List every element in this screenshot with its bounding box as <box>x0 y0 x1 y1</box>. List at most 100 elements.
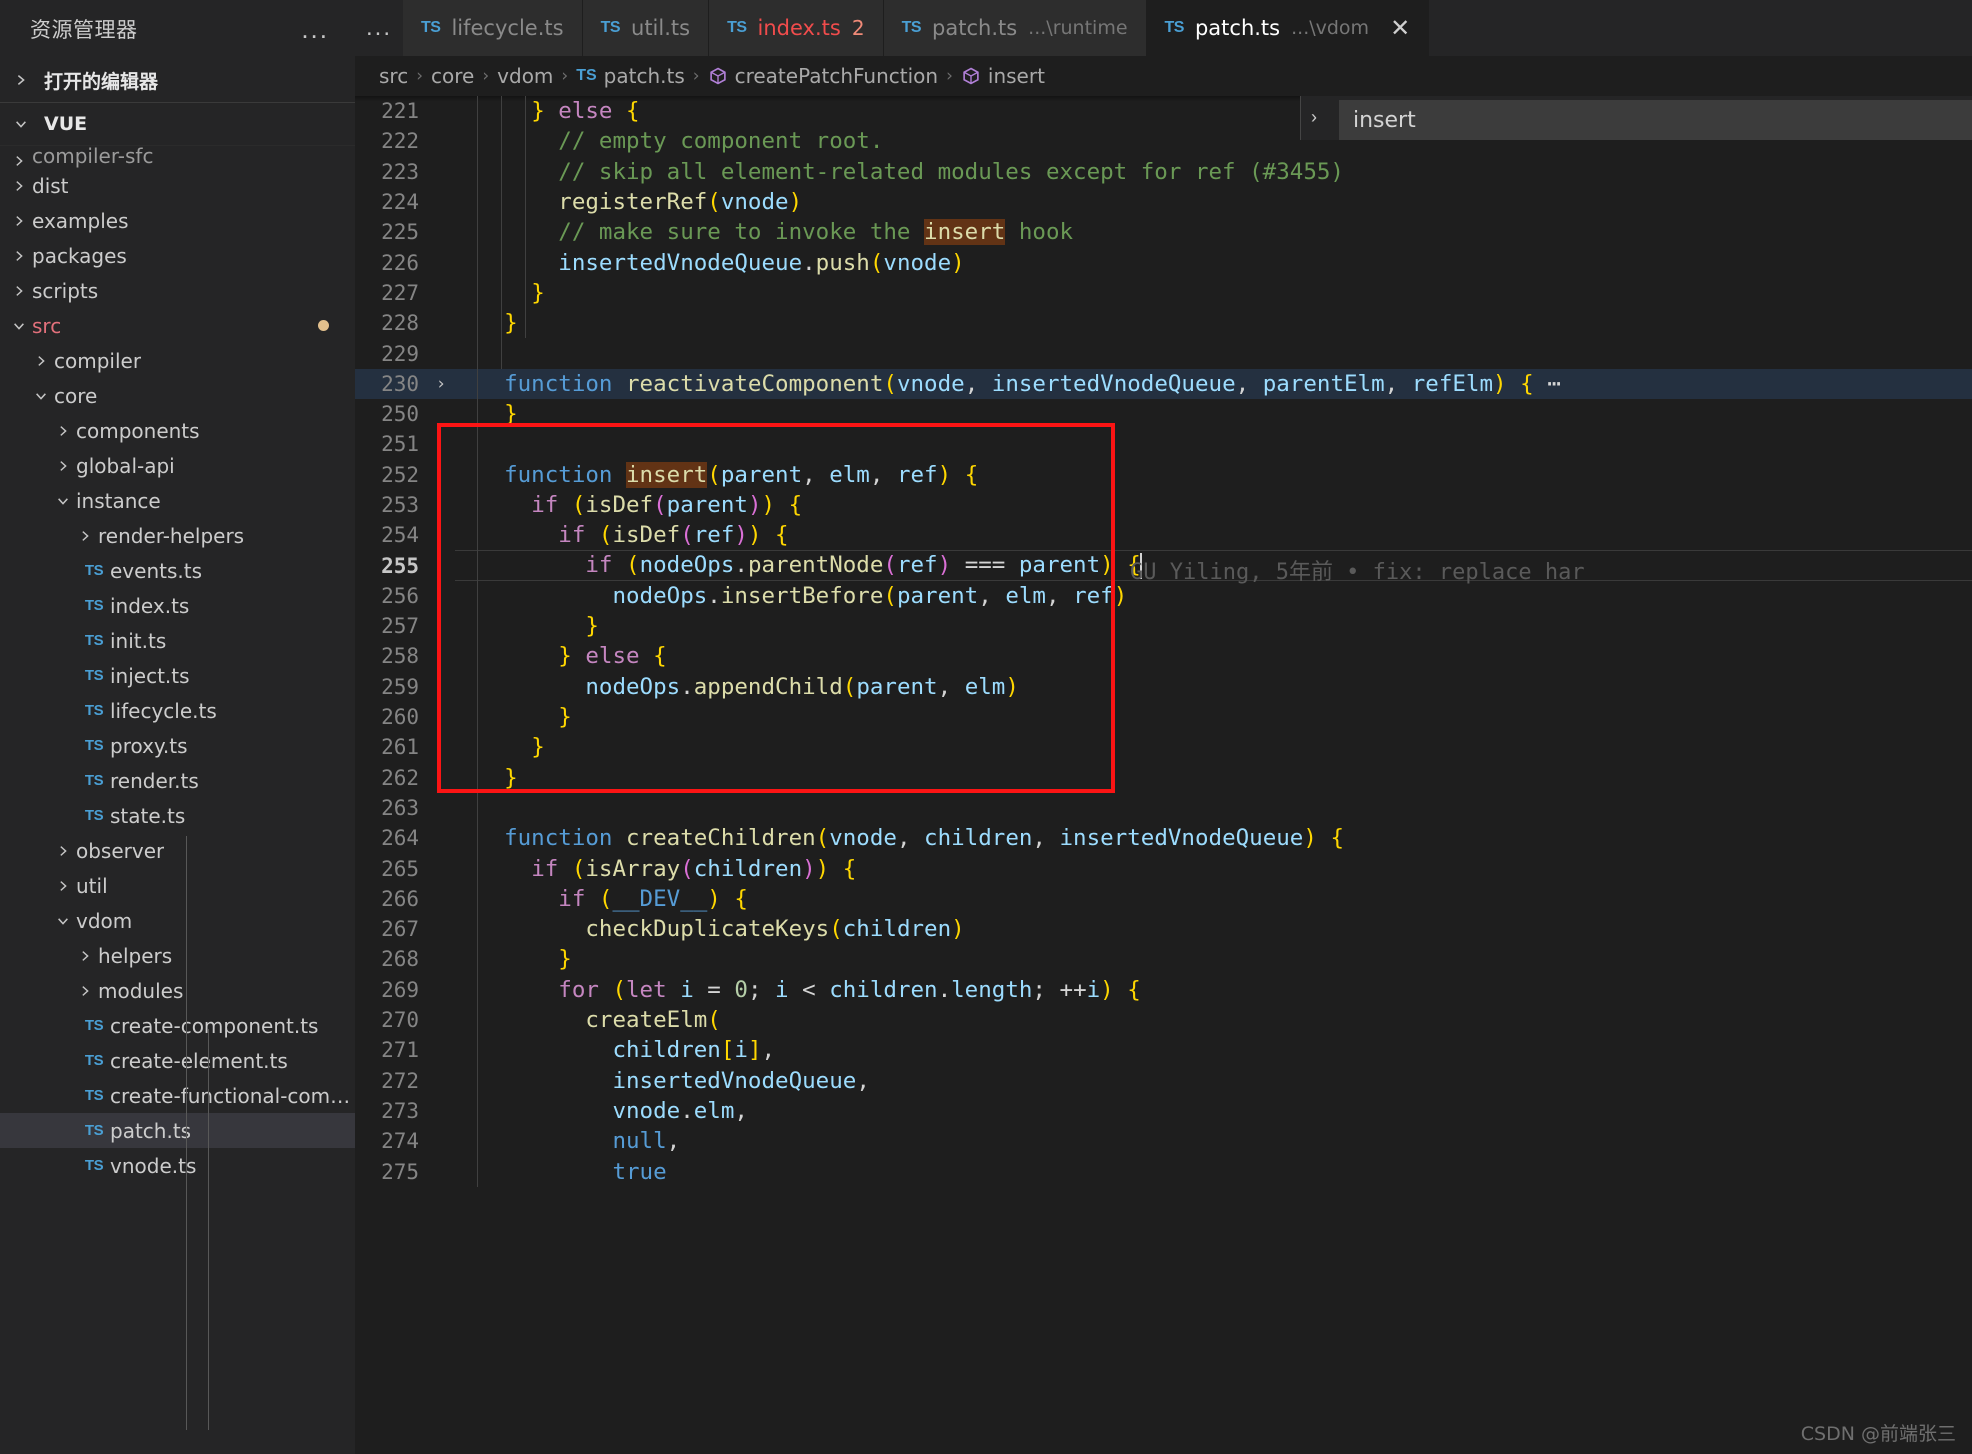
code-line[interactable]: 229 <box>355 338 1972 368</box>
editor-tab[interactable]: TS util.ts <box>582 0 710 56</box>
file-tree-folder[interactable]: packages <box>0 238 355 273</box>
code-line[interactable]: 264 function createChildren(vnode, child… <box>355 823 1972 853</box>
code-line[interactable]: 272 insertedVnodeQueue, <box>355 1066 1972 1096</box>
editor-tab-active[interactable]: TS patch.ts ...\vdom ✕ <box>1146 0 1430 56</box>
file-tree-folder[interactable]: components <box>0 413 355 448</box>
file-tree-label: index.ts <box>110 593 190 618</box>
code-line[interactable]: 275 true <box>355 1156 1972 1186</box>
file-tree-file[interactable]: TS inject.ts <box>0 658 355 693</box>
code-line[interactable]: 268 } <box>355 944 1972 974</box>
file-tree-folder[interactable]: compiler <box>0 343 355 378</box>
code-indent-guide <box>477 429 478 793</box>
file-tree-folder[interactable]: modules <box>0 973 355 1008</box>
tree-indent-guide <box>186 836 187 1430</box>
code-line[interactable]: 250 } <box>355 399 1972 429</box>
breadcrumb-item[interactable]: core <box>431 64 474 88</box>
file-tree-file[interactable]: TS vnode.ts <box>0 1148 355 1183</box>
open-editors-section[interactable]: 打开的编辑器 <box>0 58 355 102</box>
editor-tab[interactable]: TS patch.ts ...\runtime <box>883 0 1147 56</box>
file-tree[interactable]: compiler-sfc dist examples packages scripts s… <box>0 146 355 1454</box>
file-tree-folder[interactable]: core <box>0 378 355 413</box>
file-tree-file[interactable]: TS events.ts <box>0 553 355 588</box>
code-line[interactable]: 263 <box>355 793 1972 823</box>
code-line[interactable]: 269 for (let i = 0; i < children.length;… <box>355 975 1972 1005</box>
code-line[interactable]: 273 vnode.elm, <box>355 1096 1972 1126</box>
file-tree-folder[interactable]: global-api <box>0 448 355 483</box>
file-tree-file[interactable]: TS lifecycle.ts <box>0 693 355 728</box>
code-line[interactable]: 224 registerRef(vnode) <box>355 187 1972 217</box>
code-line[interactable]: 253 if (isDef(parent)) { <box>355 490 1972 520</box>
code-line[interactable]: 226 insertedVnodeQueue.push(vnode) <box>355 247 1972 277</box>
editor-tab[interactable]: TS index.ts 2 <box>709 0 884 56</box>
breadcrumb-item[interactable]: vdom <box>497 64 553 88</box>
breadcrumb-item[interactable]: createPatchFunction <box>708 64 938 88</box>
breadcrumb-item[interactable]: src <box>379 64 408 88</box>
code-line[interactable]: 265 if (isArray(children)) { <box>355 853 1972 883</box>
file-tree-folder[interactable]: scripts <box>0 273 355 308</box>
file-tree-file[interactable]: TS create-functional-compone… <box>0 1078 355 1113</box>
file-tree-file[interactable]: TS index.ts <box>0 588 355 623</box>
file-tree-folder[interactable]: helpers <box>0 938 355 973</box>
breadcrumb-item[interactable]: TS patch.ts <box>576 64 685 88</box>
file-tree-folder[interactable]: observer <box>0 833 355 868</box>
code-line[interactable]: 270 createElm( <box>355 1005 1972 1035</box>
code-line[interactable]: 266 if (__DEV__) { <box>355 884 1972 914</box>
file-tree-folder[interactable]: examples <box>0 203 355 238</box>
code-line[interactable]: 260 } <box>355 702 1972 732</box>
close-icon[interactable]: ✕ <box>1390 16 1410 40</box>
line-number: 228 <box>381 311 419 336</box>
breadcrumb-symbol-picker-item[interactable]: insert <box>1339 100 1972 140</box>
typescript-file-icon: TS <box>84 1087 104 1104</box>
file-tree-folder[interactable]: render-helpers <box>0 518 355 553</box>
code-line[interactable]: 230 › function reactivateComponent(vnode,… <box>355 368 1972 399</box>
typescript-file-icon: TS <box>84 667 104 684</box>
file-tree-folder[interactable]: vdom <box>0 903 355 938</box>
code-line[interactable]: 254 if (isDef(ref)) { <box>355 520 1972 550</box>
file-tree-file[interactable]: TS create-element.ts <box>0 1043 355 1078</box>
fold-chevron-icon[interactable]: › <box>427 374 455 394</box>
file-tree-folder[interactable]: dist <box>0 168 355 203</box>
code-editor[interactable]: 221 } else {222 // empty component root.… <box>355 96 1972 1454</box>
tab-overflow-icon[interactable]: ... <box>355 0 403 56</box>
explorer-title: 资源管理器 <box>30 18 138 42</box>
code-line[interactable]: 274 null, <box>355 1126 1972 1156</box>
tab-path: ...\vdom <box>1291 17 1370 39</box>
code-line[interactable]: 228 } <box>355 308 1972 338</box>
code-indent-guide <box>501 96 502 369</box>
file-tree-label: create-element.ts <box>110 1048 288 1073</box>
file-tree-file[interactable]: TS state.ts <box>0 798 355 833</box>
file-tree-folder[interactable]: instance <box>0 483 355 518</box>
editor-tab[interactable]: TS lifecycle.ts <box>403 0 583 56</box>
explorer-more-actions-icon[interactable]: ... <box>301 16 329 42</box>
code-line[interactable]: 257 } <box>355 611 1972 641</box>
code-line[interactable]: 258 } else { <box>355 641 1972 671</box>
breadcrumb-symbol-picker[interactable]: › insert <box>1300 96 1972 140</box>
line-number: 253 <box>381 493 419 517</box>
code-line[interactable]: 267 checkDuplicateKeys(children) <box>355 914 1972 944</box>
file-tree-file[interactable]: TS render.ts <box>0 763 355 798</box>
breadcrumb[interactable]: src › core › vdom › TS patch.ts › createPatchFunc… <box>355 56 1972 96</box>
file-tree-file[interactable]: TS patch.ts <box>0 1113 355 1148</box>
code-text: } <box>558 704 572 731</box>
code-line[interactable]: 251 <box>355 429 1972 459</box>
code-line[interactable]: 227 } <box>355 278 1972 308</box>
code-line[interactable]: 262 } <box>355 763 1972 793</box>
workspace-section[interactable]: VUE <box>0 102 355 146</box>
code-line[interactable]: 252 function insert(parent, elm, ref) { <box>355 460 1972 490</box>
code-line[interactable]: 223 // skip all element-related modules … <box>355 157 1972 187</box>
file-tree-folder[interactable]: src <box>0 308 355 343</box>
file-tree-file[interactable]: TS create-component.ts <box>0 1008 355 1043</box>
code-lines[interactable]: 221 } else {222 // empty component root.… <box>355 96 1972 1454</box>
code-line[interactable]: 225 // make sure to invoke the insert ho… <box>355 217 1972 247</box>
code-line[interactable]: 261 } <box>355 732 1972 762</box>
file-tree-file[interactable]: TS init.ts <box>0 623 355 658</box>
chevron-down-icon <box>6 319 32 333</box>
symbol-method-icon <box>708 64 728 88</box>
code-line[interactable]: 271 children[i], <box>355 1035 1972 1065</box>
breadcrumb-item[interactable]: insert <box>961 64 1045 88</box>
code-line[interactable]: 259 nodeOps.appendChild(parent, elm) <box>355 672 1972 702</box>
chevron-right-icon <box>50 879 76 893</box>
file-tree-folder[interactable]: compiler-sfc <box>0 146 355 168</box>
file-tree-file[interactable]: TS proxy.ts <box>0 728 355 763</box>
file-tree-folder[interactable]: util <box>0 868 355 903</box>
